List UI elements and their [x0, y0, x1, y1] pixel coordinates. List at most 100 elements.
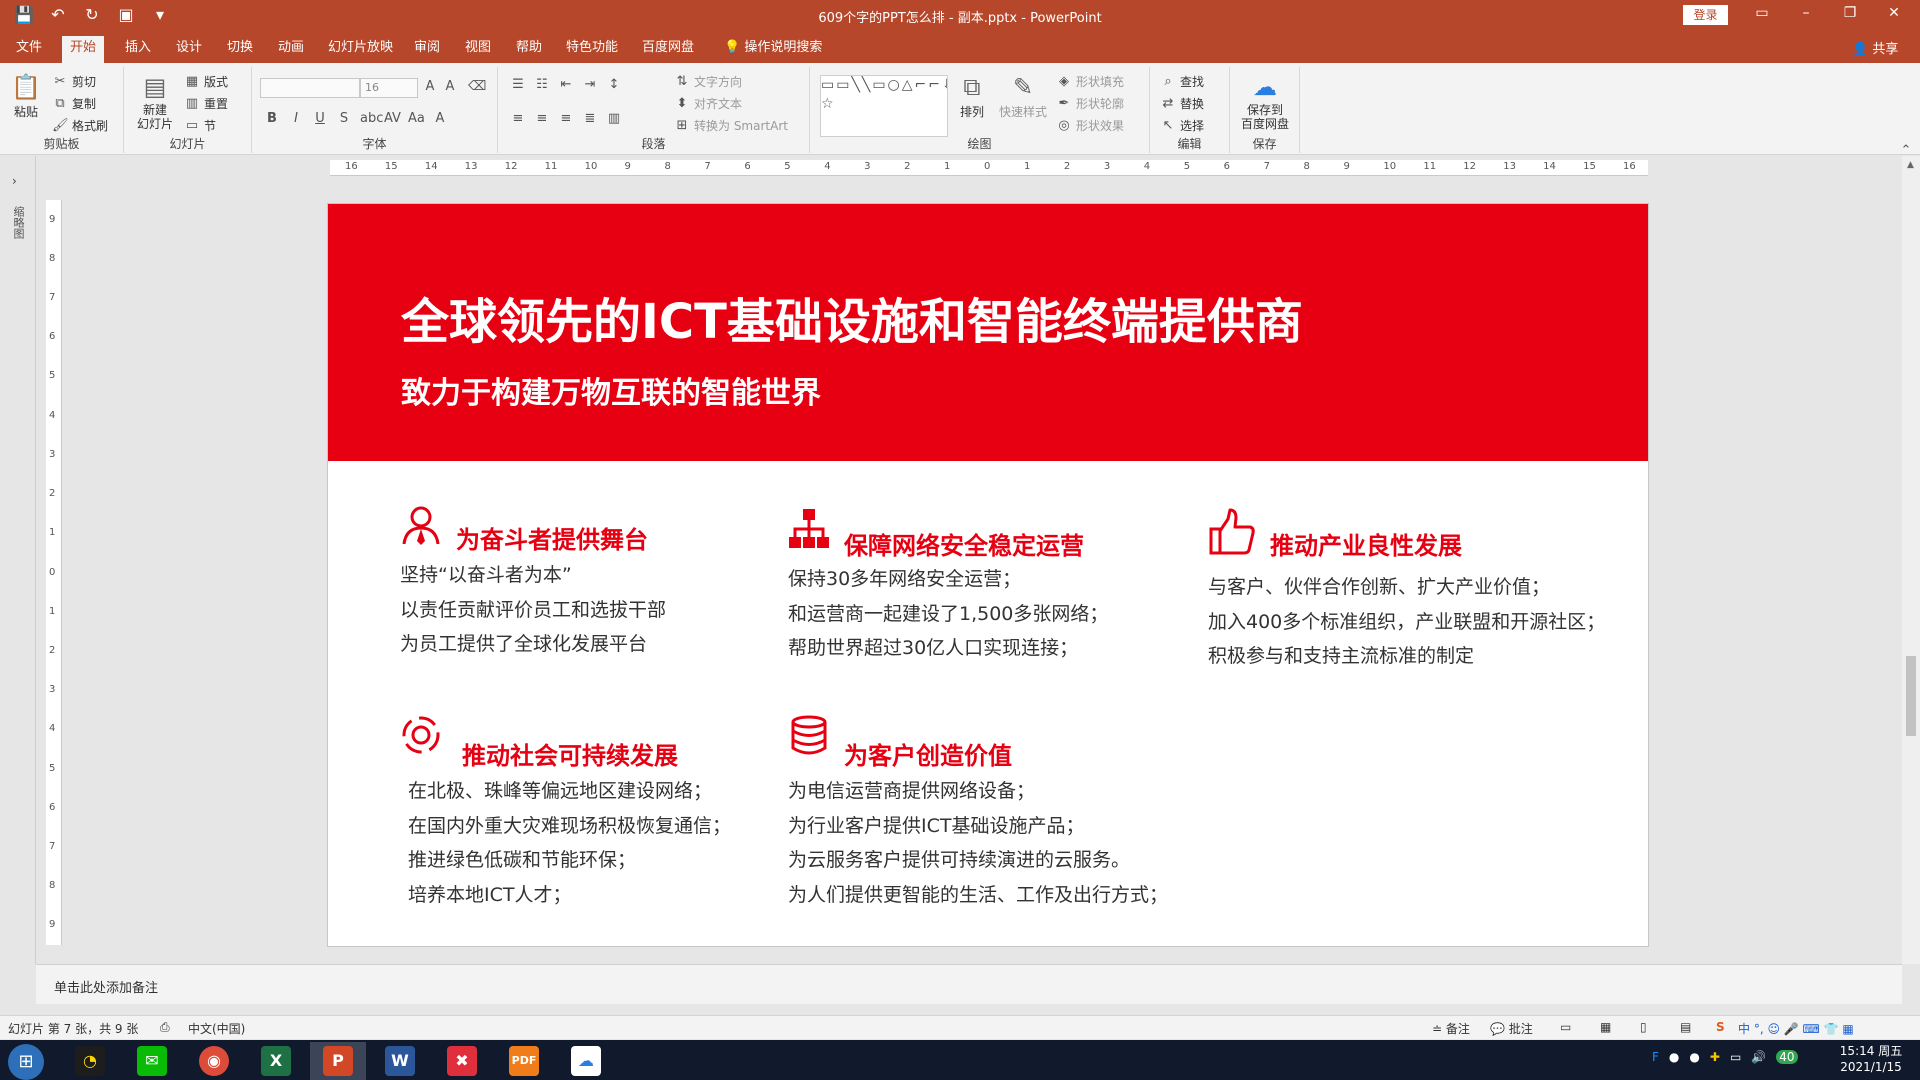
thumbnails-label[interactable]: 缩略图 [12, 206, 26, 239]
slide-sorter-icon[interactable]: ▦ [1600, 1020, 1611, 1034]
notes-pane[interactable]: 单击此处添加备注 [36, 964, 1902, 1004]
clear-format-button[interactable]: ⌫ [468, 79, 486, 95]
cut-button[interactable]: ✂ 剪切 [52, 73, 96, 90]
quick-styles-button[interactable]: ✎ 快速样式 [998, 71, 1048, 120]
underline-button[interactable]: U [312, 111, 328, 127]
layout-button[interactable]: ▦ 版式 [184, 73, 228, 90]
tray-counter-badge[interactable]: 40 [1776, 1050, 1798, 1064]
columns-icon[interactable]: ▥ [606, 111, 622, 127]
normal-view-icon[interactable]: ▭ [1560, 1020, 1571, 1034]
tab-review[interactable]: 审阅 [406, 36, 448, 63]
copy-button[interactable]: ⧉ 复制 [52, 95, 96, 112]
taskbar-clock[interactable]: 15:14 周五 2021/1/15 [1836, 1043, 1906, 1075]
tab-slideshow[interactable]: 幻灯片放映 [320, 36, 401, 63]
align-center-icon[interactable]: ≡ [534, 111, 550, 127]
smartart-button[interactable]: ⊞ 转换为 SmartArt [674, 117, 788, 134]
line-spacing-icon[interactable]: ↕ [606, 77, 622, 93]
tray-f-icon[interactable]: F [1652, 1050, 1659, 1064]
font-color-button[interactable]: A [432, 111, 448, 127]
login-button[interactable]: 登录 [1683, 5, 1728, 25]
font-name-box[interactable] [260, 78, 360, 98]
tab-design[interactable]: 设计 [168, 36, 210, 63]
justify-icon[interactable]: ≣ [582, 111, 598, 127]
reading-view-icon[interactable]: ▯ [1640, 1020, 1647, 1034]
tab-view[interactable]: 视图 [457, 36, 499, 63]
shape-effects-button[interactable]: ◎ 形状效果 [1056, 117, 1124, 134]
tab-baidu[interactable]: 百度网盘 [634, 36, 702, 63]
shadow-button[interactable]: abc [360, 111, 383, 127]
new-slide-button[interactable]: ▤ 新建 幻灯片 [132, 71, 178, 131]
increase-indent-icon[interactable]: ⇥ [582, 77, 598, 93]
tab-features[interactable]: 特色功能 [558, 36, 626, 63]
find-button[interactable]: ⌕ 查找 [1160, 73, 1204, 90]
slide-title[interactable]: 全球领先的ICT基础设施和智能终端提供商 [401, 282, 1303, 352]
taskbar-xmind[interactable]: ✖ [434, 1042, 490, 1080]
arrange-button[interactable]: ⧉ 排列 [954, 71, 990, 120]
tab-help[interactable]: 帮助 [508, 36, 550, 63]
close-icon[interactable]: ✕ [1872, 5, 1916, 21]
vertical-scrollbar[interactable]: ▲ [1902, 156, 1920, 964]
maximize-icon[interactable]: ❐ [1828, 5, 1872, 21]
font-size-box[interactable]: 16 [360, 78, 418, 98]
numbering-icon[interactable]: ☷ [534, 77, 550, 93]
ribbon-display-options-icon[interactable]: ▭ [1740, 5, 1784, 21]
tab-home[interactable]: 开始 [62, 36, 105, 63]
strikethrough-button[interactable]: S [336, 111, 352, 127]
tray-plus-icon[interactable]: ✚ [1710, 1050, 1720, 1064]
tab-transitions[interactable]: 切换 [219, 36, 261, 63]
share-button[interactable]: 👤 共享 [1852, 38, 1898, 57]
slide-subtitle[interactable]: 致力于构建万物互联的智能世界 [401, 368, 821, 412]
tray-chat-icon[interactable]: ● [1689, 1050, 1699, 1064]
save-to-baidu-button[interactable]: ☁ 保存到 百度网盘 [1236, 71, 1294, 131]
tab-insert[interactable]: 插入 [117, 36, 159, 63]
scrollbar-thumb[interactable] [1906, 656, 1916, 736]
tray-display-icon[interactable]: ▭ [1730, 1050, 1741, 1064]
expand-thumbnails-icon[interactable]: › [12, 174, 17, 188]
windows-start-icon[interactable]: ⊞ [8, 1044, 44, 1080]
scroll-up-icon[interactable]: ▲ [1907, 160, 1914, 170]
spacing-button[interactable]: AV [384, 111, 401, 127]
format-painter-button[interactable]: 🖌 格式刷 [52, 117, 108, 134]
spellcheck-icon[interactable]: ⎙ [160, 1020, 170, 1035]
taskbar-excel[interactable]: X [248, 1042, 304, 1080]
slide-canvas[interactable]: 全球领先的ICT基础设施和智能终端提供商 致力于构建万物互联的智能世界 为奋斗者… [328, 204, 1648, 946]
sogou-ime-icon[interactable]: S [1716, 1020, 1725, 1034]
shrink-font-button[interactable]: A [442, 79, 458, 95]
align-text-button[interactable]: ⬍ 对齐文本 [674, 95, 742, 112]
taskbar-pdf[interactable]: PDF [496, 1042, 552, 1080]
ime-toolbar-icon[interactable]: 中 °, ☺ 🎤 ⌨ 👕 ▦ [1738, 1020, 1854, 1037]
taskbar-wechat[interactable]: ✉ [124, 1042, 180, 1080]
italic-button[interactable]: I [288, 111, 304, 127]
bold-button[interactable]: B [264, 111, 280, 127]
minimize-icon[interactable]: – [1784, 5, 1828, 21]
taskbar-baidu-netdisk[interactable]: ☁ [558, 1042, 614, 1080]
tab-file[interactable]: 文件 [8, 36, 50, 63]
paste-button[interactable]: 📋 粘贴 [8, 71, 44, 120]
bullets-icon[interactable]: ☰ [510, 77, 526, 93]
slideshow-view-icon[interactable]: ▤ [1680, 1020, 1691, 1034]
tray-speaker-icon[interactable]: 🔊 [1751, 1050, 1766, 1064]
section-button[interactable]: ▭ 节 [184, 117, 216, 134]
reset-button[interactable]: ▥ 重置 [184, 95, 228, 112]
text-direction-button[interactable]: ⇅ 文字方向 [674, 73, 742, 90]
shape-outline-button[interactable]: ✒ 形状轮廓 [1056, 95, 1124, 112]
grow-font-button[interactable]: A [422, 79, 438, 95]
language-indicator[interactable]: 中文(中国) [188, 1020, 245, 1037]
taskbar-word[interactable]: W [372, 1042, 428, 1080]
shapes-gallery[interactable]: ▭▭╲╲▭○△⌐⌐⇩⇨⇧⬡{}☆ [820, 75, 948, 137]
taskbar-powerpoint[interactable]: P [310, 1042, 366, 1080]
tell-me-search[interactable]: 💡 操作说明搜索 [716, 36, 830, 63]
align-right-icon[interactable]: ≡ [558, 111, 574, 127]
decrease-indent-icon[interactable]: ⇤ [558, 77, 574, 93]
comments-toggle[interactable]: 💬 批注 [1490, 1020, 1533, 1037]
notes-toggle[interactable]: ≐ 备注 [1432, 1020, 1470, 1037]
tray-wechat-icon[interactable]: ● [1669, 1050, 1679, 1064]
select-button[interactable]: ↖ 选择 [1160, 117, 1204, 134]
align-left-icon[interactable]: ≡ [510, 111, 526, 127]
shape-fill-button[interactable]: ◈ 形状填充 [1056, 73, 1124, 90]
taskbar-chrome[interactable]: ◉ [186, 1042, 242, 1080]
replace-button[interactable]: ⇄ 替换 [1160, 95, 1204, 112]
taskbar-qq[interactable]: ◔ [62, 1042, 118, 1080]
change-case-button[interactable]: Aa [408, 111, 425, 127]
tab-animations[interactable]: 动画 [270, 36, 312, 63]
